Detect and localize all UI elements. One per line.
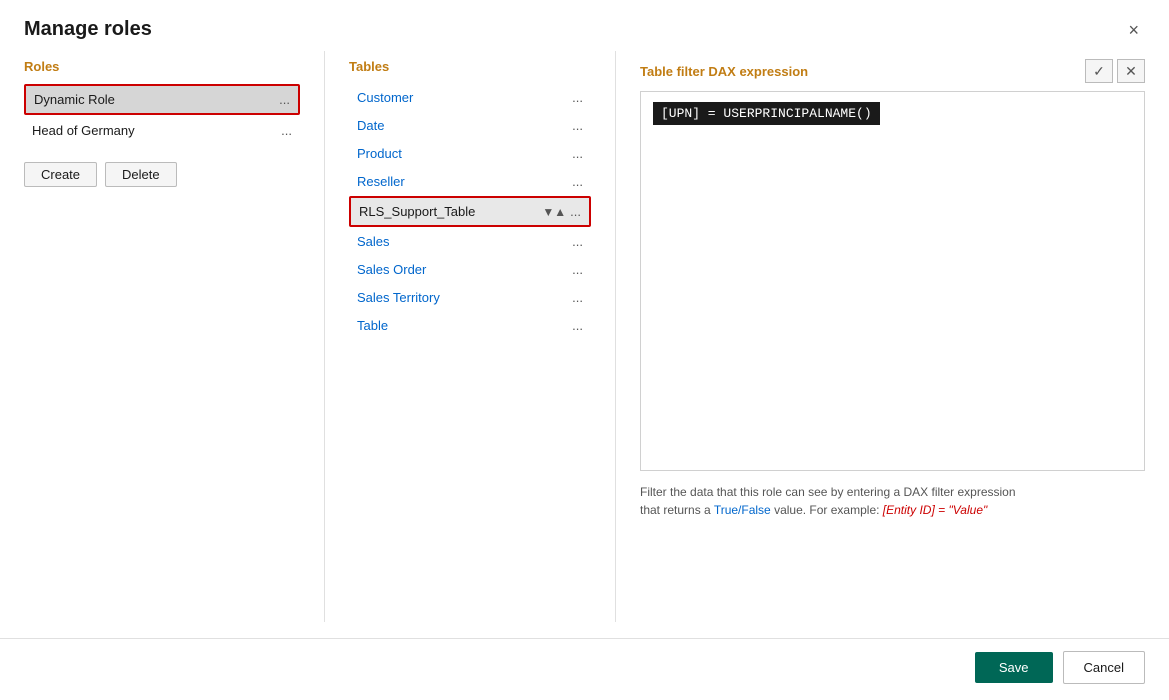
dialog-title: Manage roles [24,18,152,41]
table-ellipsis-sales-order[interactable]: ... [572,262,583,277]
table-name-product: Product [357,146,402,161]
table-item-right-product: ... [572,146,583,161]
dax-hint-text: Filter the data that this role can see b… [640,485,1016,517]
dax-panel-title: Table filter DAX expression [640,64,808,79]
table-item-sales-order[interactable]: Sales Order ... [349,256,591,283]
table-ellipsis-rls-support[interactable]: ... [570,204,581,219]
table-name-sales-order: Sales Order [357,262,426,277]
table-item-rls-support-table[interactable]: RLS_Support_Table ▼▲ ... [349,196,591,227]
dax-controls: ✓ ✕ [1085,59,1145,83]
table-ellipsis-sales[interactable]: ... [572,234,583,249]
table-name-table: Table [357,318,388,333]
dialog-footer: Save Cancel [0,638,1169,700]
table-item-sales[interactable]: Sales ... [349,228,591,255]
table-item-reseller[interactable]: Reseller ... [349,168,591,195]
dax-confirm-button[interactable]: ✓ [1085,59,1113,83]
role-ellipsis-dynamic-role[interactable]: ... [279,92,290,107]
table-name-reseller: Reseller [357,174,405,189]
roles-panel-title: Roles [24,59,300,74]
table-item-right-reseller: ... [572,174,583,189]
role-item-dynamic-role[interactable]: Dynamic Role ... [24,84,300,115]
table-item-customer[interactable]: Customer ... [349,84,591,111]
table-item-table[interactable]: Table ... [349,312,591,339]
role-item-head-of-germany[interactable]: Head of Germany ... [24,117,300,144]
dax-expression[interactable]: [UPN] = USERPRINCIPALNAME() [653,102,880,125]
table-item-date[interactable]: Date ... [349,112,591,139]
role-ellipsis-head-of-germany[interactable]: ... [281,123,292,138]
tables-panel-title: Tables [349,59,591,74]
delete-role-button[interactable]: Delete [105,162,177,187]
table-item-right-date: ... [572,118,583,133]
manage-roles-dialog: Manage roles × Roles Dynamic Role ... He… [0,0,1169,700]
dialog-body: Roles Dynamic Role ... Head of Germany .… [0,51,1169,638]
filter-icon-rls: ▼▲ [542,205,566,219]
close-button[interactable]: × [1122,19,1145,41]
dax-editor[interactable]: [UPN] = USERPRINCIPALNAME() [640,91,1145,471]
dax-header: Table filter DAX expression ✓ ✕ [640,59,1145,83]
table-name-customer: Customer [357,90,413,105]
save-button[interactable]: Save [975,652,1053,683]
create-role-button[interactable]: Create [24,162,97,187]
dialog-header: Manage roles × [0,0,1169,51]
table-ellipsis-table[interactable]: ... [572,318,583,333]
table-ellipsis-sales-territory[interactable]: ... [572,290,583,305]
table-item-right-rls-support: ▼▲ ... [542,204,581,219]
table-name-sales-territory: Sales Territory [357,290,440,305]
tables-panel: Tables Customer ... Date ... Product ... [325,51,615,622]
role-actions: Create Delete [24,162,300,187]
dax-hint-example: [Entity ID] = "Value" [883,503,987,517]
table-ellipsis-reseller[interactable]: ... [572,174,583,189]
dax-hint: Filter the data that this role can see b… [640,483,1145,519]
table-ellipsis-customer[interactable]: ... [572,90,583,105]
role-name-head-of-germany: Head of Germany [32,123,135,138]
table-item-sales-territory[interactable]: Sales Territory ... [349,284,591,311]
table-item-product[interactable]: Product ... [349,140,591,167]
table-name-date: Date [357,118,384,133]
table-item-right-sales-order: ... [572,262,583,277]
dax-hint-true: True/False [714,503,771,517]
table-item-right-customer: ... [572,90,583,105]
table-name-rls-support-table: RLS_Support_Table [359,204,475,219]
table-item-right-sales: ... [572,234,583,249]
table-item-right-table: ... [572,318,583,333]
role-name-dynamic-role: Dynamic Role [34,92,115,107]
roles-panel: Roles Dynamic Role ... Head of Germany .… [24,51,324,622]
cancel-button[interactable]: Cancel [1063,651,1145,684]
table-ellipsis-date[interactable]: ... [572,118,583,133]
table-ellipsis-product[interactable]: ... [572,146,583,161]
dax-panel: Table filter DAX expression ✓ ✕ [UPN] = … [616,51,1145,622]
table-name-sales: Sales [357,234,390,249]
table-item-right-sales-territory: ... [572,290,583,305]
dax-close-button[interactable]: ✕ [1117,59,1145,83]
